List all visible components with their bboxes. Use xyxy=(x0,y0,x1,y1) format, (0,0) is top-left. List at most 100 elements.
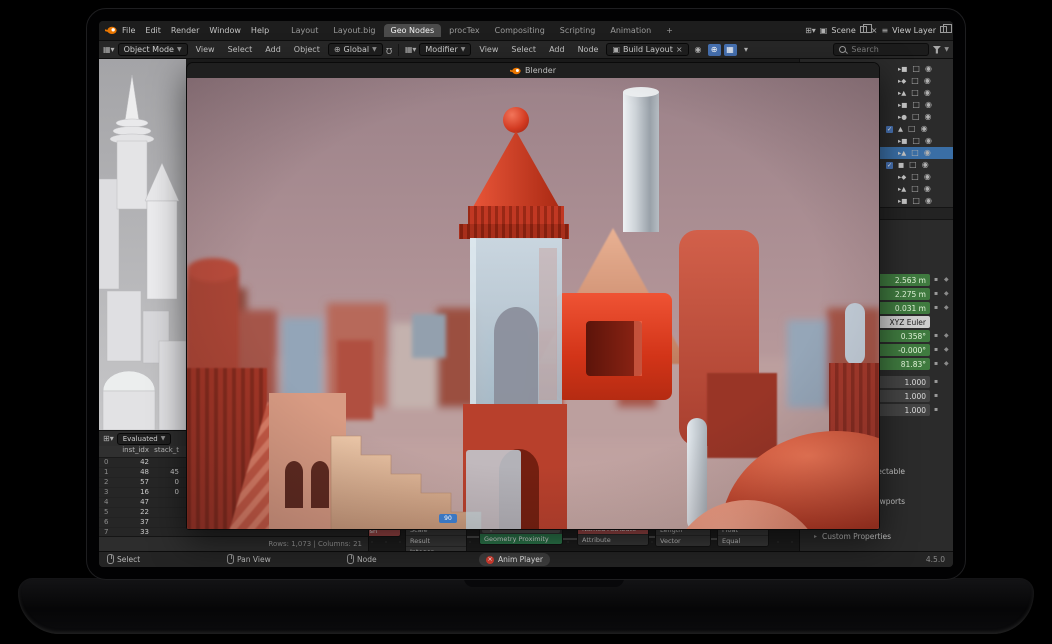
screen-icon[interactable]: □ xyxy=(908,125,916,133)
keyframe-icon[interactable]: ◆ xyxy=(944,290,949,297)
pin-icon[interactable]: ◉ xyxy=(692,44,705,56)
menu-help[interactable]: Help xyxy=(246,26,274,35)
overlays-toggle-icon[interactable]: ▦ xyxy=(724,44,737,56)
tab-proctex[interactable]: procTex xyxy=(442,24,487,37)
lock-icon[interactable]: ▪ xyxy=(934,406,938,413)
screen-icon[interactable]: □ xyxy=(912,65,920,73)
close-icon[interactable]: × xyxy=(676,46,683,54)
checkbox-icon[interactable]: ✓ xyxy=(886,162,893,169)
node-editor-type-icon[interactable]: ▦▾ xyxy=(405,46,417,54)
camera-render-icon[interactable]: ◉ xyxy=(925,137,932,145)
new-view-layer-icon[interactable] xyxy=(940,26,947,35)
screen-icon[interactable]: □ xyxy=(912,113,920,121)
lock-icon[interactable]: ▪ xyxy=(934,378,938,385)
tab-geo-nodes[interactable]: Geo Nodes xyxy=(384,24,442,37)
viewport-menu-view[interactable]: View xyxy=(191,45,220,54)
outliner-search-input[interactable]: Search xyxy=(833,43,929,56)
camera-render-icon[interactable]: ◉ xyxy=(924,77,931,85)
camera-render-icon[interactable]: ◉ xyxy=(921,125,928,133)
column-stack-t[interactable]: stack_t xyxy=(149,446,179,457)
keyframe-icon[interactable]: ◆ xyxy=(944,346,949,353)
unlink-scene-icon[interactable]: × xyxy=(871,27,878,35)
node-tree-name-field[interactable]: ▣ Build Layout × xyxy=(606,43,688,56)
screen-icon[interactable]: □ xyxy=(909,161,917,169)
scene-cluster: ⊞▾ ▣ Scene × ≡ View Layer xyxy=(805,26,947,35)
orientation-dropdown[interactable]: ⊕ Global▼ xyxy=(328,43,383,56)
add-workspace-button[interactable]: + xyxy=(659,24,680,37)
snap-magnet-icon[interactable]: Ω xyxy=(386,46,392,54)
column-inst-idx[interactable]: inst_idx xyxy=(115,446,149,457)
render-window[interactable]: Blender xyxy=(186,62,880,530)
menu-render[interactable]: Render xyxy=(166,26,204,35)
frame-indicator[interactable]: 90 xyxy=(439,514,457,523)
camera-render-icon[interactable]: ◉ xyxy=(925,197,932,205)
filter-icon[interactable] xyxy=(932,46,941,54)
menu-edit[interactable]: Edit xyxy=(140,26,166,35)
menu-window[interactable]: Window xyxy=(204,26,246,35)
tab-layout[interactable]: Layout xyxy=(284,24,325,37)
camera-render-icon[interactable]: ◉ xyxy=(925,65,932,73)
custom-properties-panel[interactable]: ▸ Custom Properties xyxy=(814,532,891,541)
lock-icon[interactable]: ▪ xyxy=(934,304,938,311)
keyframe-icon[interactable]: ◆ xyxy=(944,332,949,339)
screen-icon[interactable]: □ xyxy=(911,173,919,181)
camera-render-icon[interactable]: ◉ xyxy=(924,173,931,181)
node-menu-view[interactable]: View xyxy=(474,45,503,54)
camera-render-icon[interactable]: ◉ xyxy=(924,149,931,157)
lock-icon[interactable]: ▪ xyxy=(934,276,938,283)
mesh-object-icon: ▸■ xyxy=(898,101,907,109)
camera-render-icon[interactable]: ◉ xyxy=(925,113,932,121)
camera-render-icon[interactable]: ◉ xyxy=(925,101,932,109)
stop-player-icon[interactable]: × xyxy=(486,556,494,564)
screen-icon[interactable]: □ xyxy=(912,197,920,205)
lock-icon[interactable]: ▪ xyxy=(934,290,938,297)
tab-compositing[interactable]: Compositing xyxy=(488,24,552,37)
mode-dropdown[interactable]: Object Mode▼ xyxy=(118,43,188,56)
lock-icon[interactable]: ▪ xyxy=(934,346,938,353)
camera-render-icon[interactable]: ◉ xyxy=(924,89,931,97)
overlay-dropdown-icon[interactable]: ▾ xyxy=(740,44,753,56)
lock-icon[interactable]: ▪ xyxy=(934,360,938,367)
spreadsheet-editor-type-icon[interactable]: ⊞▾ xyxy=(103,435,114,443)
viewport-editor-type-icon[interactable]: ▦▾ xyxy=(103,46,115,54)
view-layer-name[interactable]: View Layer xyxy=(892,26,936,35)
tab-layout-big[interactable]: Layout.big xyxy=(326,24,382,37)
screen-icon[interactable]: □ xyxy=(912,137,920,145)
scene-name[interactable]: Scene xyxy=(831,26,855,35)
menu-file[interactable]: File xyxy=(117,26,140,35)
keyframe-icon[interactable]: ◆ xyxy=(944,360,949,367)
viewport-menu-add[interactable]: Add xyxy=(260,45,286,54)
camera-render-icon[interactable]: ◉ xyxy=(922,161,929,169)
anim-player-status[interactable]: × Anim Player xyxy=(479,553,550,566)
screen-icon[interactable]: □ xyxy=(911,89,919,97)
viewport-menu-object[interactable]: Object xyxy=(289,45,325,54)
camera-render-icon[interactable]: ◉ xyxy=(924,185,931,193)
laptop-lid: File Edit Render Window Help Layout Layo… xyxy=(86,8,966,580)
dataset-dropdown[interactable]: Evaluated▼ xyxy=(117,433,172,445)
screen-icon[interactable]: □ xyxy=(912,101,920,109)
lock-icon[interactable]: ▪ xyxy=(934,332,938,339)
browse-scene-icon[interactable]: ⊞▾ xyxy=(805,27,816,35)
node-menu-node[interactable]: Node xyxy=(573,45,604,54)
screen-icon[interactable]: □ xyxy=(911,149,919,157)
lock-icon[interactable]: ▪ xyxy=(934,392,938,399)
screen-icon[interactable]: □ xyxy=(911,185,919,193)
mesh-object-icon: ▸▲ xyxy=(898,185,906,193)
viewport-3d-clay-render[interactable] xyxy=(99,59,186,430)
node-menu-add[interactable]: Add xyxy=(544,45,570,54)
node-tree-type-dropdown[interactable]: Modifier▼ xyxy=(419,43,471,56)
blender-logo-icon xyxy=(105,26,117,35)
viewport-menu-select[interactable]: Select xyxy=(223,45,258,54)
snapping-toggle-icon[interactable]: ⊕ xyxy=(708,44,721,56)
chevron-right-icon: ▸ xyxy=(814,533,817,540)
hint-select: Select xyxy=(107,554,140,564)
tab-animation[interactable]: Animation xyxy=(603,24,658,37)
checkbox-icon[interactable]: ✓ xyxy=(886,126,893,133)
render-window-titlebar[interactable]: Blender xyxy=(187,63,879,78)
node-menu-select[interactable]: Select xyxy=(506,45,541,54)
screen-icon[interactable]: □ xyxy=(911,77,919,85)
keyframe-icon[interactable]: ◆ xyxy=(944,276,949,283)
keyframe-icon[interactable]: ◆ xyxy=(944,304,949,311)
new-scene-icon[interactable] xyxy=(860,26,867,35)
tab-scripting[interactable]: Scripting xyxy=(553,24,603,37)
